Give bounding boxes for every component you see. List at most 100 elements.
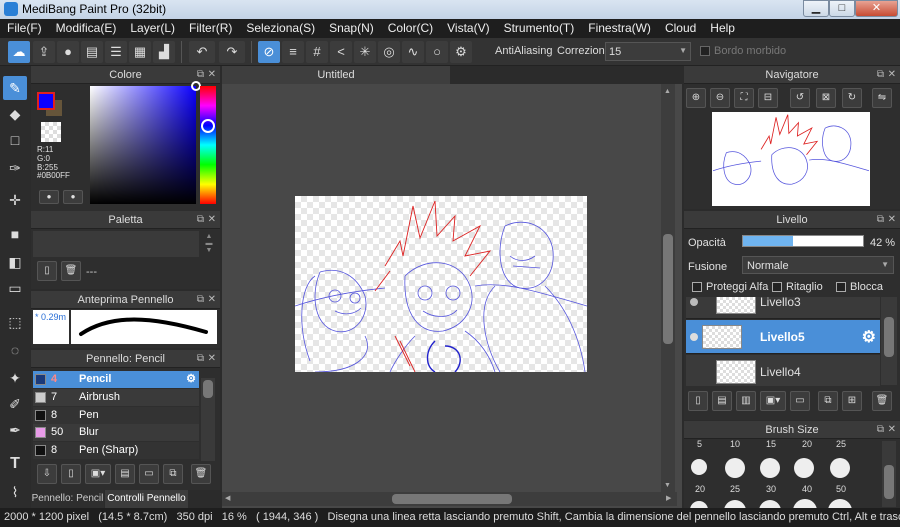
primary-color-swatch[interactable] — [37, 92, 55, 110]
blend-select[interactable]: Normale ▼ — [742, 256, 894, 274]
palette-swatches[interactable] — [33, 231, 199, 257]
snap-ellipse-icon[interactable]: ○ — [426, 41, 448, 63]
dot-tool-icon[interactable]: ✑ — [3, 156, 27, 180]
new-1bit-layer-icon[interactable]: ▥ — [736, 391, 756, 411]
snap-radial-icon[interactable]: ✳ — [354, 41, 376, 63]
brush-size-dot[interactable] — [759, 500, 781, 508]
menu-cloud[interactable]: Cloud — [658, 19, 703, 38]
layer-scroll-thumb[interactable] — [884, 317, 894, 357]
brush-scroll-thumb[interactable] — [203, 380, 213, 398]
menu-edit[interactable]: Modifica(E) — [49, 19, 124, 38]
size-25[interactable]: 25 — [836, 439, 846, 449]
grid-icon[interactable]: ▦ — [129, 41, 151, 63]
float-icon[interactable]: ⧉ — [197, 211, 204, 229]
float-icon[interactable]: ⧉ — [877, 211, 884, 229]
trash-icon[interactable]: 🗑 — [191, 464, 211, 484]
text-tool-icon[interactable]: T — [3, 452, 27, 476]
actual-size-icon[interactable]: ⊟ — [758, 88, 778, 108]
hue-slider[interactable] — [200, 86, 216, 204]
size-20[interactable]: 20 — [802, 439, 812, 449]
select-tool-icon[interactable]: ⬚ — [3, 310, 27, 334]
undo-icon[interactable]: ↶ — [189, 41, 215, 63]
snap-off-icon[interactable]: ⊘ — [258, 41, 280, 63]
new-palette-icon[interactable]: ▯ — [37, 261, 57, 281]
opacity-slider[interactable] — [742, 235, 864, 247]
zoom-in-icon[interactable]: ⊕ — [686, 88, 706, 108]
menu-file[interactable]: File(F) — [0, 19, 49, 38]
panels-icon[interactable]: ▟ — [153, 41, 175, 63]
transparent-color-swatch[interactable] — [41, 122, 61, 142]
upload-icon[interactable]: ⇪ — [33, 41, 55, 63]
select-eraser-tool-icon[interactable]: ✒ — [3, 418, 27, 442]
snap-grid-icon[interactable]: # — [306, 41, 328, 63]
new-layer-icon[interactable]: ▯ — [688, 391, 708, 411]
reset-rotation-icon[interactable]: ⊠ — [816, 88, 836, 108]
snap-circle-icon[interactable]: ◎ — [378, 41, 400, 63]
size-label[interactable]: 20 — [695, 484, 705, 494]
snap-perspective-icon[interactable]: < — [330, 41, 352, 63]
snap-parallel-icon[interactable]: ≡ — [282, 41, 304, 63]
eye-icon[interactable] — [690, 333, 698, 341]
color-wheel-icon[interactable]: ● — [39, 190, 59, 204]
brush-size-dot[interactable] — [724, 500, 746, 508]
scroll-left-icon[interactable]: ◀ — [225, 494, 230, 502]
eyedropper-tool-icon[interactable]: ⌇ — [3, 480, 27, 504]
eraser-tool-icon[interactable]: ◆ — [3, 102, 27, 126]
swap-colors-icon[interactable]: ● — [63, 190, 83, 204]
float-icon[interactable]: ⧉ — [877, 66, 884, 84]
close-panel-icon[interactable]: ✕ — [208, 211, 216, 229]
add-brush-menu-icon[interactable]: ▣▾ — [85, 464, 111, 484]
lasso-tool-icon[interactable]: ◌ — [3, 338, 27, 362]
layer-scrollbar[interactable] — [881, 297, 897, 385]
size-label[interactable]: 25 — [730, 484, 740, 494]
close-panel-icon[interactable]: ✕ — [888, 211, 896, 229]
close-panel-icon[interactable]: ✕ — [888, 421, 896, 439]
menu-filter[interactable]: Filter(R) — [182, 19, 239, 38]
brush-size-dot[interactable] — [691, 459, 707, 475]
folder-icon[interactable]: ▭ — [790, 391, 810, 411]
select-pen-tool-icon[interactable]: ✐ — [3, 392, 27, 416]
gradient-tool-icon[interactable]: ▭ — [3, 276, 27, 300]
brush-item-airbrush[interactable]: 7 Airbrush — [33, 389, 199, 406]
menu-select[interactable]: Seleziona(S) — [239, 19, 322, 38]
float-icon[interactable]: ⧉ — [877, 421, 884, 439]
size-label[interactable]: 40 — [802, 484, 812, 494]
tab-brush-controls[interactable]: Controlli Pennello — [105, 490, 188, 508]
chat-icon[interactable]: ▤ — [81, 41, 103, 63]
close-button[interactable]: ✕ — [855, 0, 898, 17]
trash-icon[interactable]: 🗑 — [61, 261, 81, 281]
canvas-hscroll[interactable]: ◀ ▶ — [222, 492, 677, 506]
menu-window[interactable]: Finestra(W) — [581, 19, 658, 38]
brush-size-dot[interactable] — [760, 458, 780, 478]
drawing-canvas[interactable] — [295, 196, 587, 372]
menu-tool[interactable]: Strumento(T) — [497, 19, 582, 38]
menu-view[interactable]: Vista(V) — [440, 19, 496, 38]
scroll-down-icon[interactable]: ▼ — [664, 482, 671, 489]
scroll-right-icon[interactable]: ▶ — [666, 494, 671, 502]
move-tool-icon[interactable]: ✛ — [3, 188, 27, 212]
new-halftone-layer-icon[interactable]: ▤ — [712, 391, 732, 411]
gear-icon[interactable]: ⚙ — [186, 371, 196, 388]
close-panel-icon[interactable]: ✕ — [208, 66, 216, 84]
size-15[interactable]: 15 — [766, 439, 776, 449]
navigator-thumbnail[interactable] — [712, 112, 870, 206]
brush-size-dot[interactable] — [794, 458, 814, 478]
brush-size-scroll-thumb[interactable] — [884, 465, 894, 499]
list-icon[interactable]: ☰ — [105, 41, 127, 63]
layer-item-livello4[interactable]: Livello4 — [686, 355, 880, 386]
rectangle-tool-icon[interactable]: □ — [3, 128, 27, 152]
soft-edge-checkbox[interactable] — [700, 46, 710, 56]
snap-settings-icon[interactable]: ⚙ — [450, 41, 472, 63]
tab-brush[interactable]: Pennello: Pencil — [31, 490, 104, 508]
brush-size-dot[interactable] — [690, 501, 708, 508]
size-label[interactable]: 50 — [836, 484, 846, 494]
rotate-left-icon[interactable]: ↺ — [790, 88, 810, 108]
brush-size-dot[interactable] — [828, 499, 852, 508]
brush-size-scrollbar[interactable] — [882, 441, 896, 507]
layer-item-livello3[interactable]: Livello3 — [686, 297, 880, 319]
document-tab[interactable]: Untitled — [222, 66, 450, 84]
menu-color[interactable]: Color(C) — [381, 19, 440, 38]
add-layer-menu-icon[interactable]: ▣▾ — [760, 391, 786, 411]
cloud-icon[interactable]: ☁ — [8, 41, 30, 63]
bucket-tool-icon[interactable]: ◧ — [3, 250, 27, 274]
